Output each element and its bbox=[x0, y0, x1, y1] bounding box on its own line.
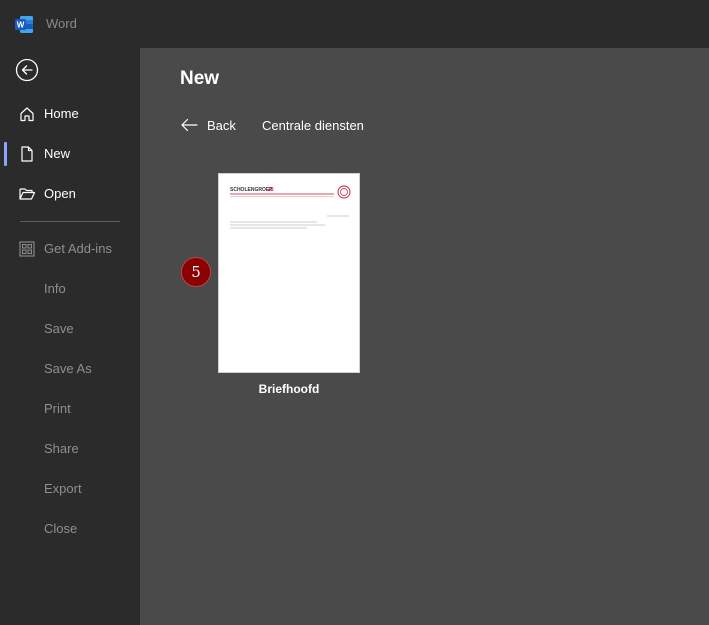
sidebar-item-label: Share bbox=[44, 441, 79, 456]
open-folder-icon bbox=[19, 188, 36, 200]
sidebar-item-label: Save As bbox=[44, 361, 92, 376]
sidebar-item-get-addins[interactable]: Get Add-ins bbox=[0, 231, 140, 267]
sidebar-item-home[interactable]: Home bbox=[0, 96, 140, 132]
title-bar: W Word bbox=[0, 0, 709, 48]
sidebar-item-info[interactable]: Info bbox=[0, 271, 140, 307]
sidebar-item-label: Home bbox=[44, 106, 79, 121]
word-app-icon: W bbox=[15, 16, 33, 33]
sidebar-item-label: Info bbox=[44, 281, 66, 296]
step-badge: 5 bbox=[181, 257, 211, 287]
breadcrumb: Centrale diensten bbox=[262, 118, 364, 133]
app-title: Word bbox=[46, 16, 77, 31]
svg-text:W: W bbox=[17, 21, 25, 30]
sidebar-item-export[interactable]: Export bbox=[0, 471, 140, 507]
template-thumbnail: SCHOLENGROEP 25 bbox=[218, 173, 360, 373]
thumbnail-logo-number: 25 bbox=[268, 187, 274, 193]
sidebar-item-new[interactable]: New bbox=[0, 136, 140, 172]
sidebar-item-label: New bbox=[44, 146, 71, 161]
back-arrow-circle-icon[interactable] bbox=[15, 58, 39, 82]
home-icon bbox=[20, 107, 34, 122]
thumbnail-logo-text: SCHOLENGROEP bbox=[230, 187, 273, 193]
sidebar-item-save[interactable]: Save bbox=[0, 311, 140, 347]
template-name: Briefhoofd bbox=[258, 382, 320, 396]
new-document-icon bbox=[21, 146, 33, 162]
sidebar-item-share[interactable]: Share bbox=[0, 431, 140, 467]
template-card-briefhoofd[interactable]: SCHOLENGROEP 25 Briefhoofd bbox=[218, 173, 360, 423]
sidebar-item-label: Close bbox=[44, 521, 78, 536]
sidebar-item-label: Export bbox=[44, 481, 82, 496]
sidebar-item-print[interactable]: Print bbox=[0, 391, 140, 427]
sidebar-item-label: Save bbox=[44, 321, 74, 336]
sidebar-item-save-as[interactable]: Save As bbox=[0, 351, 140, 387]
sidebar-item-close[interactable]: Close bbox=[0, 511, 140, 547]
page-title: New bbox=[180, 68, 220, 89]
back-arrow-icon bbox=[181, 118, 198, 132]
sidebar-divider bbox=[20, 221, 120, 222]
backstage-sidebar: Home New Open Get Add-ins Info Save Save… bbox=[0, 48, 140, 625]
back-label: Back bbox=[207, 118, 236, 133]
sidebar-item-label: Get Add-ins bbox=[44, 241, 112, 256]
letterhead-preview: SCHOLENGROEP 25 bbox=[230, 185, 351, 229]
sidebar-item-label: Print bbox=[44, 401, 71, 416]
new-document-pane: New Back Centrale diensten SCHOLENGROEP … bbox=[140, 48, 709, 625]
sidebar-item-label: Open bbox=[44, 186, 76, 201]
addins-grid-icon bbox=[19, 241, 35, 257]
active-indicator bbox=[4, 142, 7, 166]
sidebar-item-open[interactable]: Open bbox=[0, 176, 140, 212]
